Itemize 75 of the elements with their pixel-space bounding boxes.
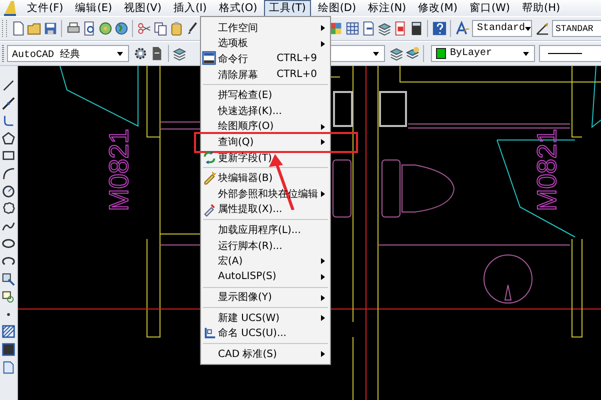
edit-pencil-icon (202, 170, 217, 186)
menu-item[interactable]: 更新字段(T) (201, 150, 330, 166)
menu-bar-item[interactable]: 文件(F) (22, 0, 68, 16)
menu-bar-item[interactable]: 绘图(D) (312, 0, 362, 16)
revision-cloud-icon[interactable] (1, 201, 16, 216)
folder-icon[interactable] (26, 21, 42, 36)
workspace-dropdown[interactable]: AutoCAD 经典 (7, 45, 129, 62)
layer-state-icon[interactable] (404, 46, 420, 61)
new-file-icon[interactable] (10, 21, 26, 36)
grid-icon[interactable] (344, 21, 360, 36)
menu-item[interactable]: 选项板 (201, 36, 330, 52)
menu-bar-item[interactable]: 视图(V) (119, 0, 166, 16)
shortcut-label: CTRL+0 (276, 69, 318, 80)
menu-item[interactable]: 清除屏幕 CTRL+0 (201, 66, 330, 82)
menu-item[interactable]: 工作空间 (201, 20, 330, 36)
ucs-axes-icon (202, 326, 217, 341)
copy-icon[interactable] (152, 21, 168, 36)
layers-icon[interactable] (388, 46, 404, 61)
make-block-icon[interactable] (1, 289, 16, 304)
color-value: ByLayer (450, 48, 492, 59)
color-swatch-icon (436, 48, 446, 59)
circle-icon[interactable] (1, 184, 16, 199)
clipboard-icon[interactable] (168, 21, 184, 36)
menu-item[interactable]: 新建 UCS(W) (201, 310, 330, 326)
layers-icon[interactable] (172, 46, 187, 61)
scissors-icon[interactable] (136, 21, 152, 36)
arc-icon[interactable] (1, 166, 16, 181)
room-label: M0821 (532, 128, 562, 212)
eyedropper-icon (202, 202, 217, 217)
menu-item[interactable]: 加载应用程序(L)... (201, 222, 330, 238)
layers-icon[interactable] (376, 21, 392, 36)
menu-item[interactable]: 块编辑器(B) (201, 170, 330, 186)
menu-item[interactable]: 快速选择(K)... (201, 102, 330, 119)
menu-bar-item[interactable]: 工具(T) (264, 0, 311, 16)
menu-item[interactable]: 属性提取(X)... (201, 202, 330, 218)
menu-bar-item[interactable]: 帮助(H) (517, 0, 566, 16)
menu-item[interactable]: 宏(A) (201, 253, 330, 269)
polyline-icon[interactable] (1, 113, 16, 128)
menu-bar-item[interactable]: 修改(M) (413, 0, 462, 16)
menu-item[interactable]: CAD 标准(S) (201, 346, 330, 362)
help-icon[interactable] (432, 21, 446, 36)
shortcut-label: CTRL+9 (276, 53, 318, 64)
gear-icon[interactable] (133, 46, 148, 61)
color-dropdown[interactable]: ByLayer (431, 45, 535, 62)
menu-item[interactable]: 运行脚本(R)... (201, 238, 330, 254)
menu-bar-item[interactable]: 插入(I) (168, 0, 212, 16)
menu-item[interactable]: 命令行 CTRL+9 (201, 51, 330, 67)
document-mark-icon[interactable] (392, 21, 408, 36)
construction-line-icon[interactable] (1, 96, 16, 111)
menu-bar-item[interactable]: 格式(O) (214, 0, 262, 16)
menu-item[interactable]: 拼写检查(E) (201, 87, 330, 103)
gradient-icon[interactable] (1, 342, 16, 357)
menu-item[interactable]: 绘图顺序(O) (201, 118, 330, 134)
refresh-icon (202, 150, 217, 165)
region-icon[interactable] (1, 360, 16, 374)
dimension-style-icon[interactable] (535, 21, 550, 36)
polygon-icon[interactable] (1, 130, 16, 146)
menu-item[interactable]: 显示图像(Y) (201, 290, 330, 306)
insert-block-icon[interactable] (1, 272, 16, 287)
linetype-dropdown[interactable] (539, 45, 601, 62)
menu-bar-item[interactable]: 编辑(E) (70, 0, 118, 16)
text-style-icon[interactable] (454, 21, 470, 36)
hatch-icon[interactable] (1, 324, 16, 340)
text-style-dropdown[interactable]: Standard (472, 20, 532, 37)
line-icon[interactable] (1, 78, 16, 93)
room-label: M0821 (104, 128, 134, 212)
menu-item[interactable]: AutoLISP(S) (201, 268, 330, 284)
menu-bar-item[interactable]: 标注(N) (363, 0, 412, 16)
menu-item[interactable]: 查询(Q) (201, 134, 330, 150)
menu-bar-item[interactable]: 窗口(W) (464, 0, 516, 16)
app-logo-icon (2, 0, 18, 16)
globe-icon[interactable] (114, 21, 128, 36)
dimension-style-dropdown[interactable]: STANDAR (552, 20, 601, 37)
page-preview-icon[interactable] (82, 21, 96, 36)
menu-item[interactable]: 命名 UCS(U)... (201, 326, 330, 342)
